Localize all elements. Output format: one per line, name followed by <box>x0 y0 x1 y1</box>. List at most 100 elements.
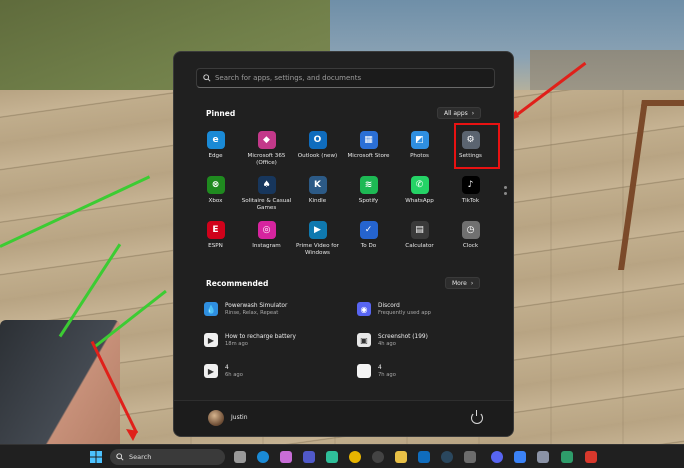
pinned-app-label: Kindle <box>308 198 327 204</box>
pinned-app-label: Photos <box>410 153 429 159</box>
office-icon: ◆ <box>257 131 276 149</box>
start-search-input[interactable] <box>214 74 494 82</box>
chrome-icon[interactable] <box>349 451 361 463</box>
video-file-icon: ▶ <box>204 333 218 347</box>
app-icon[interactable] <box>585 451 597 463</box>
pinned-app-label: Prime Video for Windows <box>296 243 339 256</box>
app-icon[interactable] <box>514 451 526 463</box>
recommended-item[interactable]: ◉ Discord Frequently used app <box>357 302 504 333</box>
recommended-name: 4 <box>225 365 229 371</box>
avatar[interactable] <box>208 410 224 426</box>
power-icon[interactable] <box>471 410 483 424</box>
pinned-app-spotify[interactable]: ≋ Spotify <box>343 172 394 217</box>
file-explorer-icon[interactable] <box>395 451 407 463</box>
pinned-app-solitaire-casual-games[interactable]: ♠ Solitaire & Casual Games <box>241 172 292 217</box>
recommended-item[interactable]: ▶ 4 6h ago <box>204 364 357 395</box>
all-apps-label: All apps <box>444 109 468 117</box>
pinned-app-label: Microsoft 365 (Office) <box>247 153 286 166</box>
pinned-app-clock[interactable]: ◷ Clock <box>445 217 496 262</box>
pinned-app-edge[interactable]: e Edge <box>190 127 241 172</box>
taskbar-search-label: Search <box>129 453 152 461</box>
pinned-app-kindle[interactable]: K Kindle <box>292 172 343 217</box>
discord-icon[interactable] <box>491 451 503 463</box>
app-icon[interactable] <box>326 451 338 463</box>
chevron-right-icon: › <box>471 109 475 117</box>
recommended-item[interactable]: 💧 Powerwash Simulator Rinse, Relax, Repeat <box>204 302 357 333</box>
recommended-name: How to recharge battery <box>225 334 296 340</box>
photos-icon: ◩ <box>410 131 429 149</box>
task-view-icon[interactable] <box>234 451 246 463</box>
pinned-apps-grid: e Edge ◆ Microsoft 365 (Office) O Outlook (ne… <box>190 127 498 262</box>
pinned-app-microsoft-365-office[interactable]: ◆ Microsoft 365 (Office) <box>241 127 292 172</box>
recommended-name: Discord <box>378 303 400 309</box>
recommended-subtitle: 7h ago <box>378 372 396 378</box>
pinned-app-calculator[interactable]: ▤ Calculator <box>394 217 445 262</box>
start-search-box[interactable] <box>196 68 495 88</box>
pinned-app-label: TikTok <box>461 198 480 204</box>
pinned-heading: Pinned <box>206 109 236 118</box>
pinned-app-outlook-new[interactable]: O Outlook (new) <box>292 127 343 172</box>
app-icon[interactable] <box>537 451 549 463</box>
taskbar: Search <box>0 444 684 468</box>
arrow-head-icon <box>126 429 138 441</box>
whatsapp-icon: ✆ <box>410 176 429 194</box>
instagram-icon: ◎ <box>257 221 276 239</box>
page-dots[interactable] <box>504 186 507 198</box>
outlook-icon[interactable] <box>418 451 430 463</box>
steam-icon[interactable] <box>441 451 453 463</box>
pinned-app-label: ESPN <box>208 243 223 249</box>
user-name[interactable]: Justin <box>231 414 248 421</box>
pinned-app-label: Solitaire & Casual Games <box>241 198 292 211</box>
tiktok-icon: ♪ <box>461 176 480 194</box>
taskbar-search[interactable]: Search <box>110 449 225 465</box>
recommended-subtitle: Rinse, Relax, Repeat <box>225 310 279 316</box>
pinned-app-label: WhatsApp <box>405 198 434 204</box>
all-apps-button[interactable]: All apps › <box>437 107 482 119</box>
settings-icon[interactable] <box>464 451 476 463</box>
teams-icon[interactable] <box>303 451 315 463</box>
powerwash-icon: 💧 <box>204 302 218 316</box>
windows-start-icon[interactable] <box>90 451 102 463</box>
search-icon <box>203 74 211 82</box>
more-button[interactable]: More › <box>445 277 481 289</box>
pinned-app-label: Xbox <box>208 198 223 204</box>
spotify-icon: ≋ <box>359 176 378 194</box>
pinned-app-label: Instagram <box>252 243 281 249</box>
recommended-heading: Recommended <box>206 279 269 288</box>
search-icon <box>116 453 124 461</box>
pinned-app-photos[interactable]: ◩ Photos <box>394 127 445 172</box>
recommended-name: Powerwash Simulator <box>225 303 288 309</box>
recommended-subtitle: 4h ago <box>378 341 396 347</box>
copilot-icon[interactable] <box>280 451 292 463</box>
file-icon <box>357 364 371 378</box>
pinned-app-prime-video-for-windows[interactable]: ▶ Prime Video for Windows <box>292 217 343 262</box>
recommended-list: 💧 Powerwash Simulator Rinse, Relax, Repeat… <box>204 302 504 395</box>
app-icon[interactable] <box>561 451 573 463</box>
pinned-app-whatsapp[interactable]: ✆ WhatsApp <box>394 172 445 217</box>
pinned-app-to-do[interactable]: ✓ To Do <box>343 217 394 262</box>
pinned-app-instagram[interactable]: ◎ Instagram <box>241 217 292 262</box>
store-icon: ▦ <box>359 131 378 149</box>
edge-icon[interactable] <box>257 451 269 463</box>
pinned-app-tiktok[interactable]: ♪ TikTok <box>445 172 496 217</box>
more-label: More <box>452 279 467 287</box>
recommended-item[interactable]: 4 7h ago <box>357 364 504 395</box>
espn-icon: E <box>206 221 225 239</box>
obs-icon[interactable] <box>372 451 384 463</box>
calculator-icon: ▤ <box>410 221 429 239</box>
pinned-app-microsoft-store[interactable]: ▦ Microsoft Store <box>343 127 394 172</box>
chevron-right-icon: › <box>470 279 474 287</box>
video-file-icon: ▶ <box>204 364 218 378</box>
xbox-icon: ⊗ <box>206 176 225 194</box>
recommended-item[interactable]: ▣ Screenshot (199) 4h ago <box>357 333 504 364</box>
todo-icon: ✓ <box>359 221 378 239</box>
pinned-app-label: Calculator <box>405 243 434 249</box>
pinned-app-xbox[interactable]: ⊗ Xbox <box>190 172 241 217</box>
start-footer: Justin <box>174 400 513 436</box>
pinned-app-espn[interactable]: E ESPN <box>190 217 241 262</box>
recommended-subtitle: 6h ago <box>225 372 243 378</box>
recommended-item[interactable]: ▶ How to recharge battery 18m ago <box>204 333 357 364</box>
pinned-app-label: Outlook (new) <box>297 153 338 159</box>
pinned-app-label: Clock <box>462 243 479 249</box>
recommended-subtitle: 18m ago <box>225 341 248 347</box>
